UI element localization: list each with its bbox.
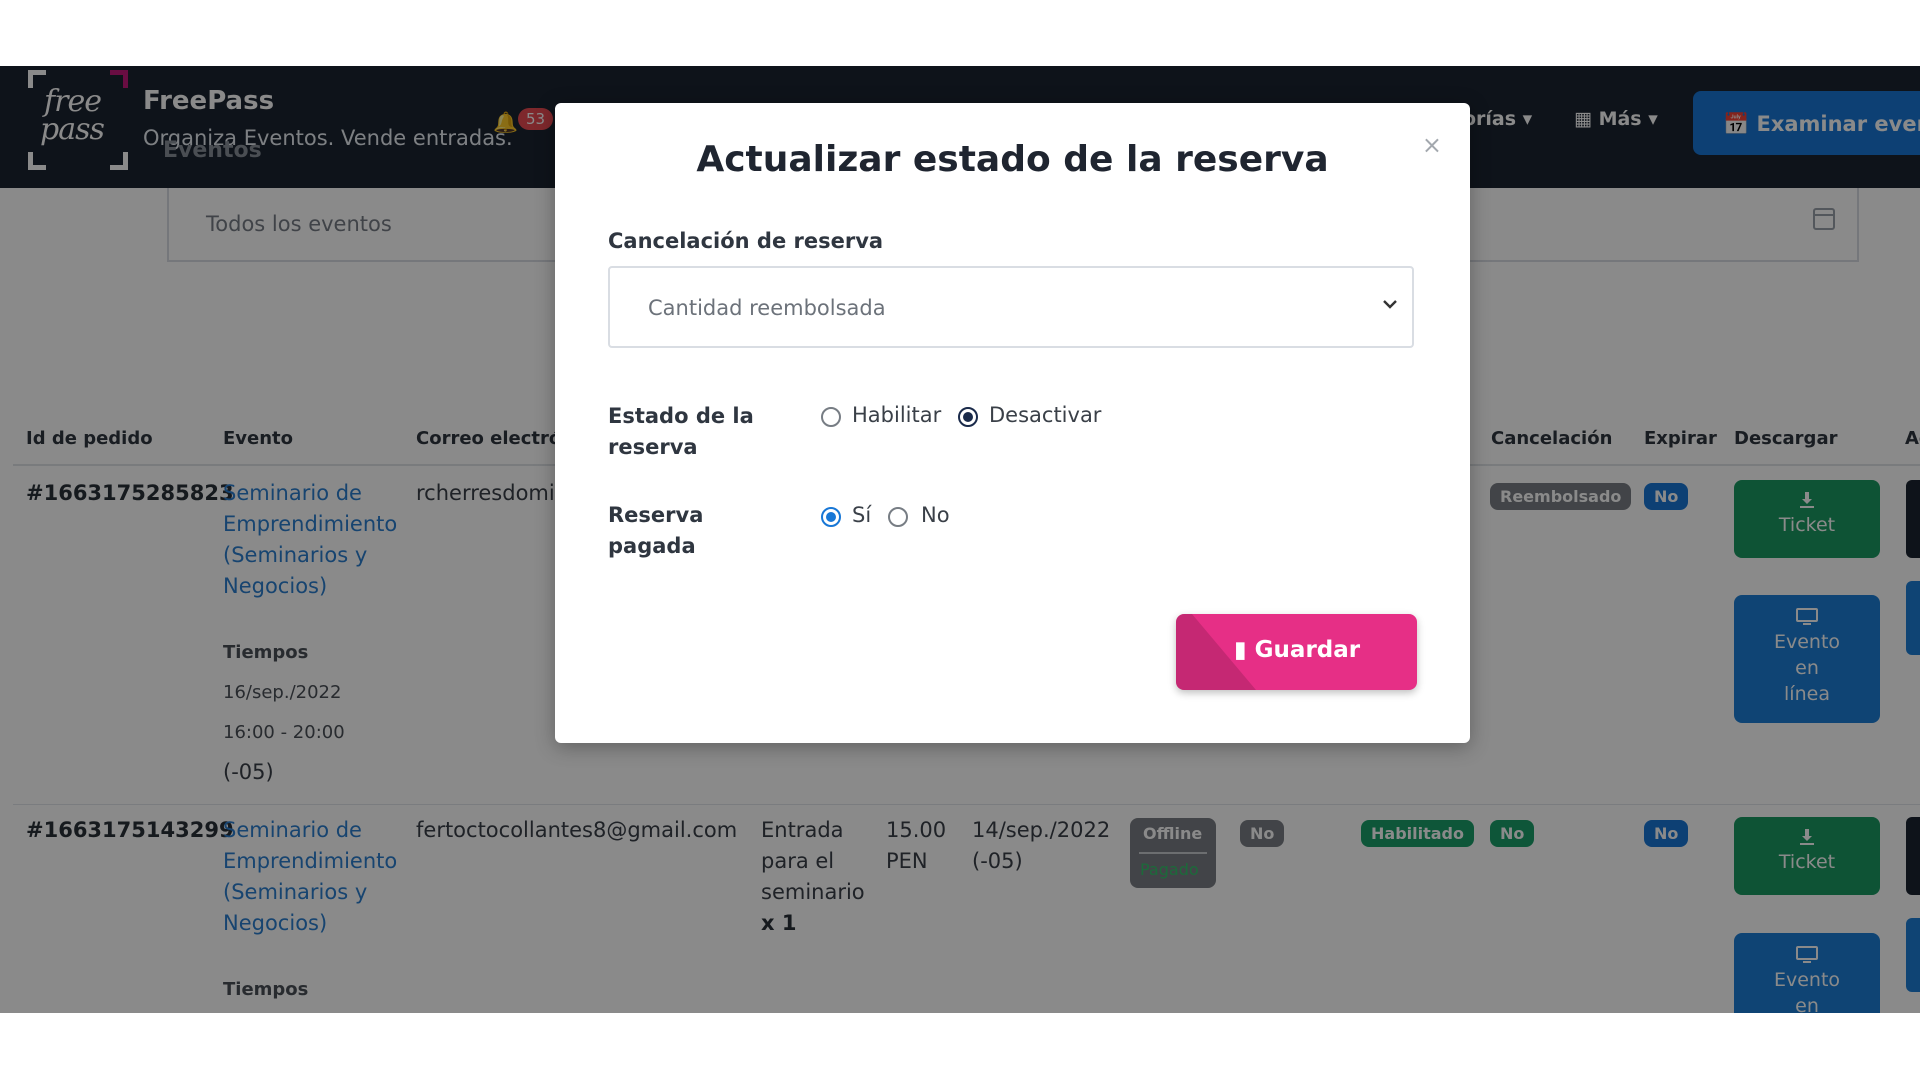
paid-reservation-label: Reserva pagada	[608, 500, 703, 562]
radio-disable[interactable]	[958, 407, 978, 427]
radio-enable[interactable]	[821, 407, 841, 427]
update-reservation-modal: Actualizar estado de la reserva × Cancel…	[555, 103, 1470, 743]
save-button[interactable]: ▮ Guardar	[1176, 614, 1417, 690]
app-frame: free pass FreePass Organiza Eventos. Ven…	[0, 66, 1920, 1013]
save-button-content: ▮ Guardar	[1234, 637, 1360, 663]
reservation-status-label-line: Estado de la	[608, 404, 754, 428]
cancellation-select[interactable]: Cantidad reembolsada	[608, 266, 1414, 348]
cancellation-label: Cancelación de reserva	[608, 229, 884, 253]
radio-enable-label[interactable]: Habilitar	[852, 403, 941, 427]
close-icon[interactable]: ×	[1422, 131, 1442, 159]
floppy-icon: ▮	[1234, 637, 1255, 663]
cancellation-select-value: Cantidad reembolsada	[648, 296, 886, 320]
reservation-status-label-line: reserva	[608, 435, 698, 459]
paid-reservation-label-line: Reserva	[608, 503, 704, 527]
modal-title: Actualizar estado de la reserva	[696, 139, 1329, 180]
radio-paid-no[interactable]	[888, 507, 908, 527]
reservation-status-label: Estado de la reserva	[608, 401, 754, 463]
radio-disable-label[interactable]: Desactivar	[989, 403, 1101, 427]
radio-paid-no-label[interactable]: No	[921, 503, 950, 527]
chevron-down-icon	[1383, 300, 1397, 309]
paid-reservation-label-line: pagada	[608, 534, 696, 558]
radio-paid-yes[interactable]	[821, 507, 841, 527]
radio-paid-yes-label[interactable]: Sí	[852, 503, 871, 527]
save-button-label: Guardar	[1254, 637, 1361, 663]
